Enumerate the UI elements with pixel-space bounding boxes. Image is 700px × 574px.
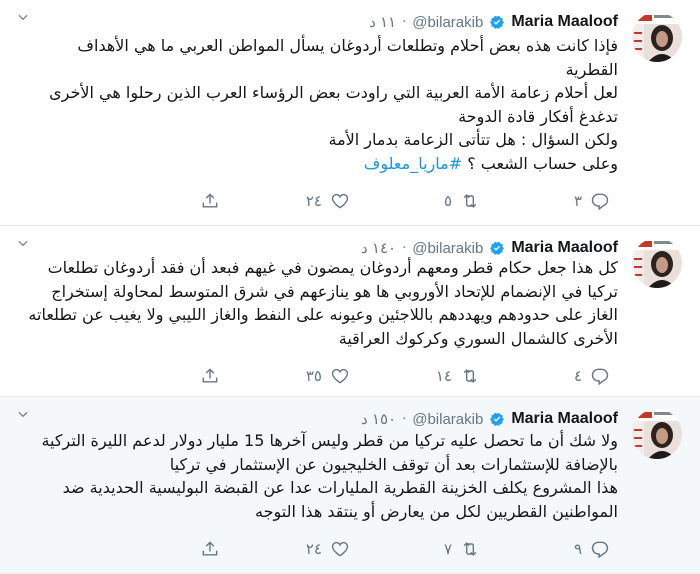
avatar[interactable]	[632, 409, 682, 459]
tweet-feed: Maria Maaloof @bilarakib · ١١ د فإذا كان…	[0, 0, 700, 574]
tweet-3[interactable]: Maria Maaloof @bilarakib · ١٥٠ د ولا شك …	[0, 397, 700, 574]
retweet-button[interactable]: ١٤	[350, 366, 480, 386]
retweet-count: ٥	[443, 192, 452, 210]
tweet-line: ولا شك أن ما تحصل عليه تركيا من قطر وليس…	[41, 431, 618, 474]
tweet-text: فإذا كانت هذه بعض أحلام وتطلعات أردوغان …	[26, 34, 618, 175]
share-icon	[202, 193, 218, 208]
retweet-icon	[463, 369, 477, 383]
author-handle[interactable]: @bilarakib	[412, 240, 483, 257]
like-count: ٢٤	[305, 192, 322, 210]
like-count: ٣٥	[305, 367, 322, 385]
reply-button[interactable]: ٤	[480, 366, 610, 386]
tweet-2[interactable]: Maria Maaloof @bilarakib · ١٤٠ د كل هذا …	[0, 226, 700, 397]
author-handle[interactable]: @bilarakib	[412, 411, 483, 428]
tweet-time[interactable]: ١١ د	[369, 13, 396, 31]
like-button[interactable]: ٣٥	[220, 366, 350, 386]
tweet-line: فإذا كانت هذه بعض أحلام وتطلعات أردوغان …	[77, 36, 618, 79]
author-name[interactable]: Maria Maaloof	[511, 410, 618, 428]
reply-count: ٤	[573, 367, 582, 385]
reply-icon	[591, 368, 609, 386]
tweet-line: لعل أحلام زعامة الأمة العربية التي راودت…	[49, 83, 618, 126]
tweet-actions: ٩ ٧ ٢٤	[90, 537, 610, 561]
hashtag-link[interactable]: #ماريا_معلوف	[364, 154, 462, 173]
like-button[interactable]: ٢٤	[220, 539, 350, 559]
more-options-icon[interactable]	[12, 403, 34, 425]
retweet-button[interactable]: ٥	[350, 191, 480, 211]
verified-badge-icon	[489, 411, 505, 427]
share-button[interactable]	[90, 539, 220, 559]
reply-count: ٩	[573, 540, 582, 558]
heart-icon	[331, 193, 349, 209]
share-button[interactable]	[90, 191, 220, 211]
retweet-icon	[463, 194, 477, 208]
tweet-1[interactable]: Maria Maaloof @bilarakib · ١١ د فإذا كان…	[0, 0, 700, 226]
tweet-actions: ٣ ٥ ٢٤	[90, 189, 610, 213]
heart-icon	[331, 368, 349, 384]
retweet-count: ١٤	[435, 367, 452, 385]
tweet-line: وعلى حساب الشعب ؟	[467, 153, 618, 173]
verified-badge-icon	[489, 240, 505, 256]
like-button[interactable]: ٢٤	[220, 191, 350, 211]
separator-dot: ·	[402, 411, 407, 427]
retweet-count: ٧	[443, 540, 452, 558]
reply-button[interactable]: ٣	[480, 191, 610, 211]
tweet-line: هذا المشروع يكلف الخزينة القطرية المليار…	[62, 478, 618, 521]
tweet-time[interactable]: ١٤٠ د	[361, 239, 396, 257]
verified-badge-icon	[489, 14, 505, 30]
author-name[interactable]: Maria Maaloof	[511, 13, 618, 31]
share-icon	[202, 368, 218, 383]
share-button[interactable]	[90, 366, 220, 386]
like-count: ٢٤	[305, 540, 322, 558]
tweet-actions: ٤ ١٤ ٣٥	[90, 364, 610, 388]
tweet-text: ولا شك أن ما تحصل عليه تركيا من قطر وليس…	[26, 429, 618, 523]
author-name[interactable]: Maria Maaloof	[511, 239, 618, 257]
share-icon	[202, 541, 218, 556]
tweet-line-last: وعلى حساب الشعب ؟ #ماريا_معلوف	[26, 152, 618, 176]
author-handle[interactable]: @bilarakib	[412, 14, 483, 31]
more-options-icon[interactable]	[12, 232, 34, 254]
tweet-line: كل هذا جعل حكام قطر ومعهم أردوغان يمضون …	[28, 258, 618, 348]
avatar[interactable]	[632, 12, 682, 62]
reply-button[interactable]: ٩	[480, 539, 610, 559]
separator-dot: ·	[402, 14, 407, 30]
tweet-header: Maria Maaloof @bilarakib · ١١ د	[369, 10, 618, 34]
tweet-time[interactable]: ١٥٠ د	[361, 410, 396, 428]
reply-icon	[591, 193, 609, 211]
tweet-text: كل هذا جعل حكام قطر ومعهم أردوغان يمضون …	[26, 256, 618, 350]
retweet-button[interactable]: ٧	[350, 539, 480, 559]
more-options-icon[interactable]	[12, 6, 34, 28]
tweet-header: Maria Maaloof @bilarakib · ١٥٠ د	[361, 407, 618, 431]
retweet-icon	[463, 542, 477, 556]
avatar[interactable]	[632, 238, 682, 288]
reply-icon	[591, 541, 609, 559]
separator-dot: ·	[402, 240, 407, 256]
reply-count: ٣	[573, 192, 582, 210]
tweet-line: ولكن السؤال : هل تتأتى الزعامة بدمار الأ…	[328, 130, 619, 149]
heart-icon	[331, 541, 349, 557]
